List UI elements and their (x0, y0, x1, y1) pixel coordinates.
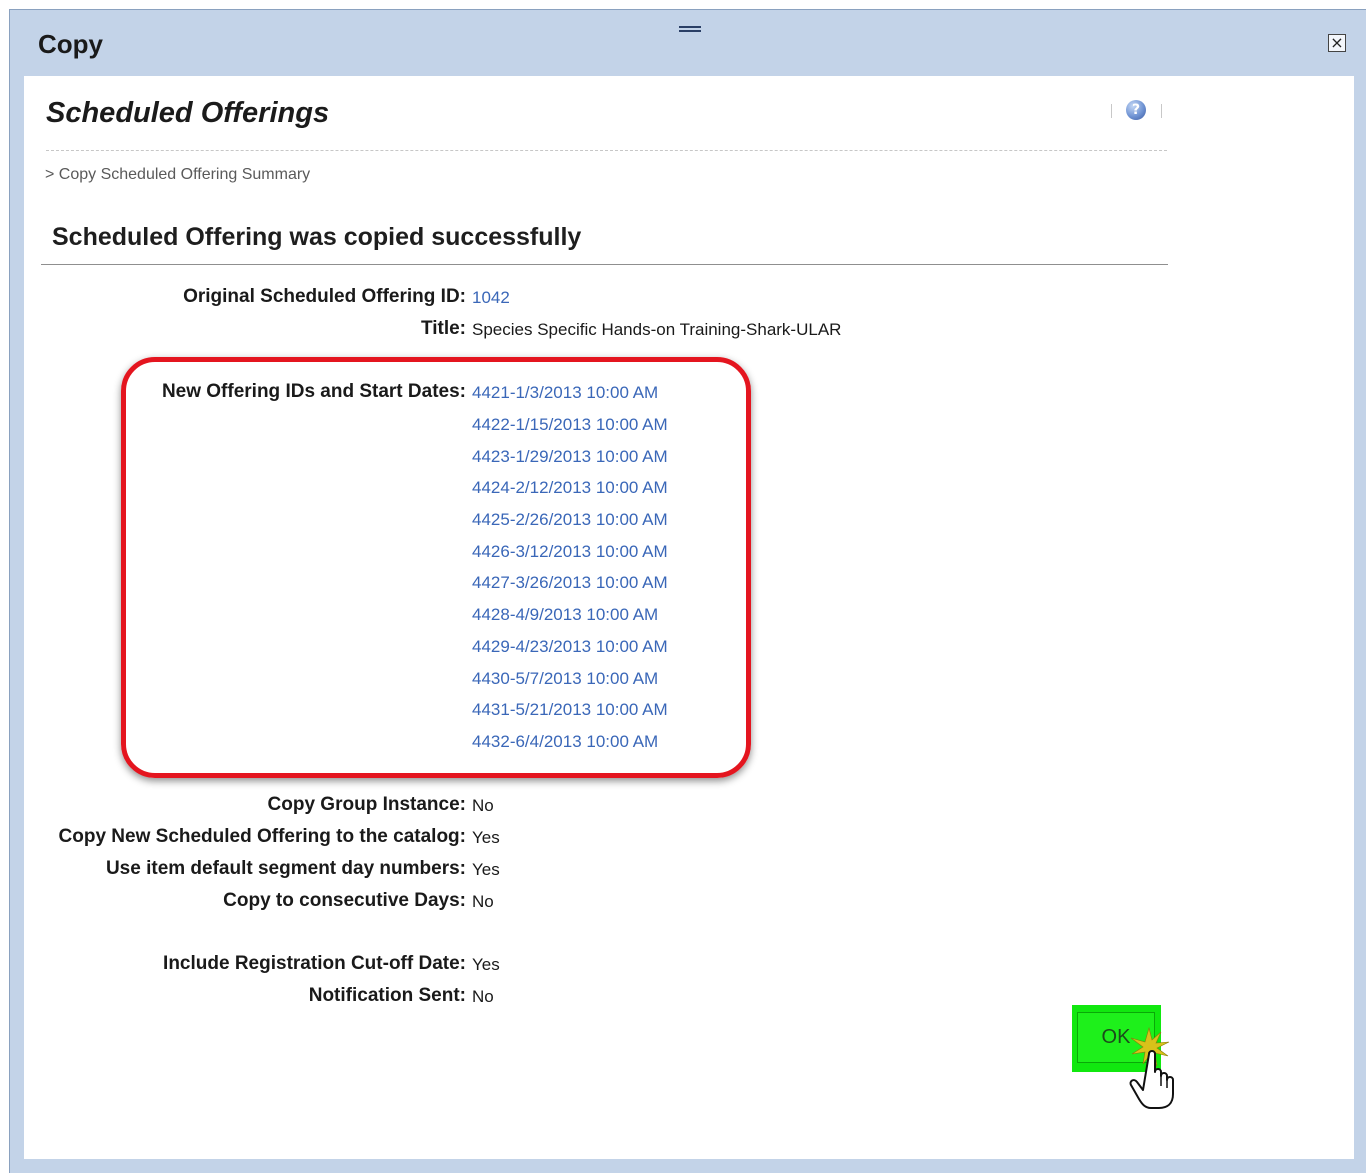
copy-catalog-value: Yes (472, 828, 500, 847)
dialog-content: Scheduled Offerings ? > Copy Scheduled O… (24, 76, 1354, 1159)
new-offering-link[interactable]: 4432-6/4/2013 10:00 AM (472, 732, 658, 752)
copy-dialog: Copy × Scheduled Offerings ? > Copy Sche… (9, 9, 1366, 1173)
cutoff-value: Yes (472, 955, 500, 974)
original-id-label: Original Scheduled Offering ID: (183, 286, 466, 307)
hand-shape (1129, 1050, 1174, 1109)
help-area: ? (1111, 100, 1167, 122)
new-offering-link[interactable]: 4425-2/26/2013 10:00 AM (472, 510, 668, 530)
new-ids-label: New Offering IDs and Start Dates: (161, 381, 466, 402)
new-offering-link[interactable]: 4426-3/12/2013 10:00 AM (472, 542, 668, 562)
dialog-title-bar[interactable]: Copy × (10, 10, 1366, 76)
breadcrumb: > Copy Scheduled Offering Summary (45, 166, 311, 183)
new-offering-link[interactable]: 4428-4/9/2013 10:00 AM (472, 605, 658, 625)
original-id-link[interactable]: 1042 (472, 288, 510, 308)
title-label: Title: (420, 318, 466, 339)
notification-label: Notification Sent: (308, 985, 466, 1006)
notification-value: No (472, 987, 494, 1006)
copy-catalog-label: Copy New Scheduled Offering to the catal… (58, 826, 466, 847)
separator (1111, 104, 1112, 118)
close-icon[interactable]: × (1328, 34, 1346, 52)
new-offering-link[interactable]: 4429-4/23/2013 10:00 AM (472, 637, 668, 657)
hand-cursor-icon (1129, 1026, 1174, 1109)
new-offering-link[interactable]: 4422-1/15/2013 10:00 AM (472, 415, 668, 435)
use-default-value: Yes (472, 860, 500, 879)
new-offering-link[interactable]: 4421-1/3/2013 10:00 AM (472, 383, 658, 403)
new-offering-link[interactable]: 4427-3/26/2013 10:00 AM (472, 573, 668, 593)
section-divider (41, 264, 1168, 265)
title-value: Species Specific Hands-on Training-Shark… (472, 320, 842, 339)
page-title: Scheduled Offerings (46, 97, 330, 129)
cutoff-label: Include Registration Cut-off Date: (163, 953, 466, 974)
title-divider (46, 150, 1167, 151)
new-offering-link[interactable]: 4431-5/21/2013 10:00 AM (472, 700, 668, 720)
dialog-title: Copy (38, 29, 103, 59)
help-icon[interactable]: ? (1126, 100, 1146, 120)
copy-group-value: No (472, 796, 494, 815)
consecutive-value: No (472, 892, 494, 911)
new-offering-link[interactable]: 4430-5/7/2013 10:00 AM (472, 669, 658, 689)
grip-icon[interactable] (679, 26, 701, 35)
new-offering-link[interactable]: 4423-1/29/2013 10:00 AM (472, 447, 668, 467)
new-offering-link[interactable]: 4424-2/12/2013 10:00 AM (472, 478, 668, 498)
separator (1161, 104, 1162, 118)
success-heading: Scheduled Offering was copied successful… (52, 223, 582, 251)
use-default-label: Use item default segment day numbers: (105, 858, 466, 879)
copy-group-label: Copy Group Instance: (267, 794, 466, 815)
consecutive-label: Copy to consecutive Days: (223, 890, 466, 911)
